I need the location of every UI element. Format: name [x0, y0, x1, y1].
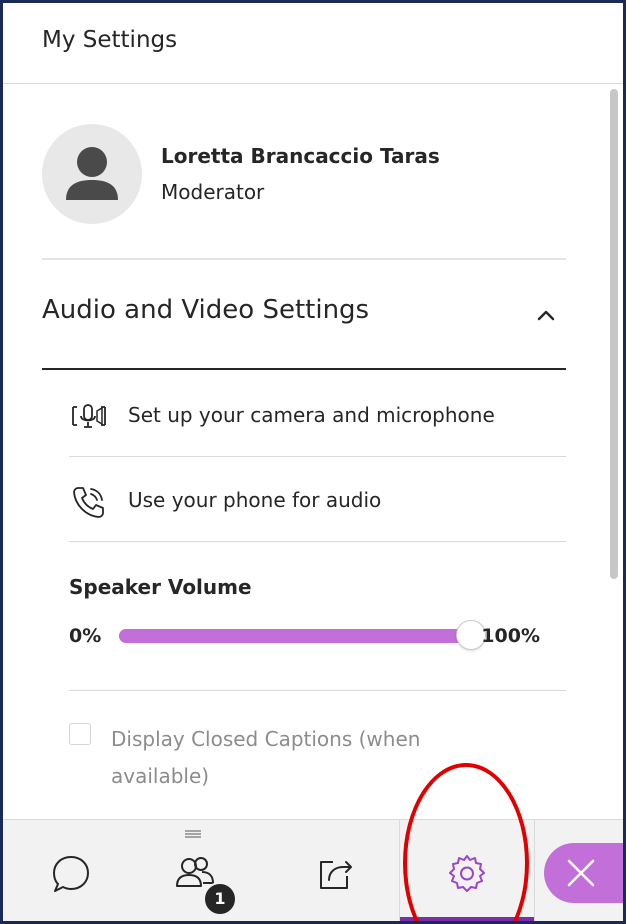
divider	[42, 258, 566, 260]
volume-slider[interactable]	[119, 620, 486, 650]
section-title: Audio and Video Settings	[42, 295, 370, 325]
user-name: Loretta Brancaccio Taras	[161, 144, 440, 168]
scrollbar-thumb[interactable]	[610, 89, 618, 579]
active-tab-indicator	[400, 917, 534, 921]
use-phone-audio-label: Use your phone for audio	[128, 488, 382, 512]
closed-captions-option: Display Closed Captions (when available)	[69, 711, 566, 801]
audio-video-section-toggle[interactable]: Audio and Video Settings	[42, 283, 566, 343]
volume-min-label: 0%	[69, 625, 102, 647]
gear-icon	[449, 855, 485, 892]
divider	[69, 690, 566, 691]
scrollbar[interactable]	[607, 85, 621, 820]
panel-header: My Settings	[3, 3, 623, 84]
avatar	[42, 124, 142, 224]
share-icon	[320, 861, 352, 889]
phone-icon	[73, 487, 104, 518]
closed-captions-label: Display Closed Captions (when available)	[111, 727, 421, 788]
setup-camera-microphone-button[interactable]: Set up your camera and microphone	[69, 373, 566, 457]
chat-icon	[53, 856, 89, 892]
setup-camera-microphone-label: Set up your camera and microphone	[128, 403, 495, 427]
close-panel-button[interactable]	[544, 843, 623, 903]
camera-microphone-icon	[72, 404, 106, 428]
user-role: Moderator	[161, 180, 265, 204]
bottom-toolbar: 1	[3, 819, 623, 921]
panel-title: My Settings	[42, 27, 178, 53]
chevron-up-icon	[537, 310, 555, 321]
attendees-count-badge: 1	[203, 882, 237, 916]
section-divider	[42, 368, 566, 370]
volume-max-label: 100%	[481, 625, 540, 647]
user-icon	[66, 147, 118, 200]
close-icon	[567, 859, 595, 887]
volume-slider-fill	[119, 629, 471, 643]
user-profile: Loretta Brancaccio Taras Moderator	[3, 84, 603, 260]
speaker-volume-control: Speaker Volume 0% 100%	[69, 563, 566, 691]
closed-captions-checkbox[interactable]	[69, 723, 91, 745]
tab-chat[interactable]	[23, 820, 119, 921]
divider	[69, 456, 566, 457]
session-panel: My Settings Loretta Brancaccio Taras Mod…	[0, 0, 626, 924]
tab-attendees[interactable]: 1	[147, 820, 243, 921]
speaker-volume-title: Speaker Volume	[69, 575, 252, 599]
tab-share-content[interactable]	[287, 820, 383, 921]
use-phone-audio-button[interactable]: Use your phone for audio	[69, 458, 566, 542]
divider	[69, 541, 566, 542]
tab-settings[interactable]	[399, 820, 535, 921]
